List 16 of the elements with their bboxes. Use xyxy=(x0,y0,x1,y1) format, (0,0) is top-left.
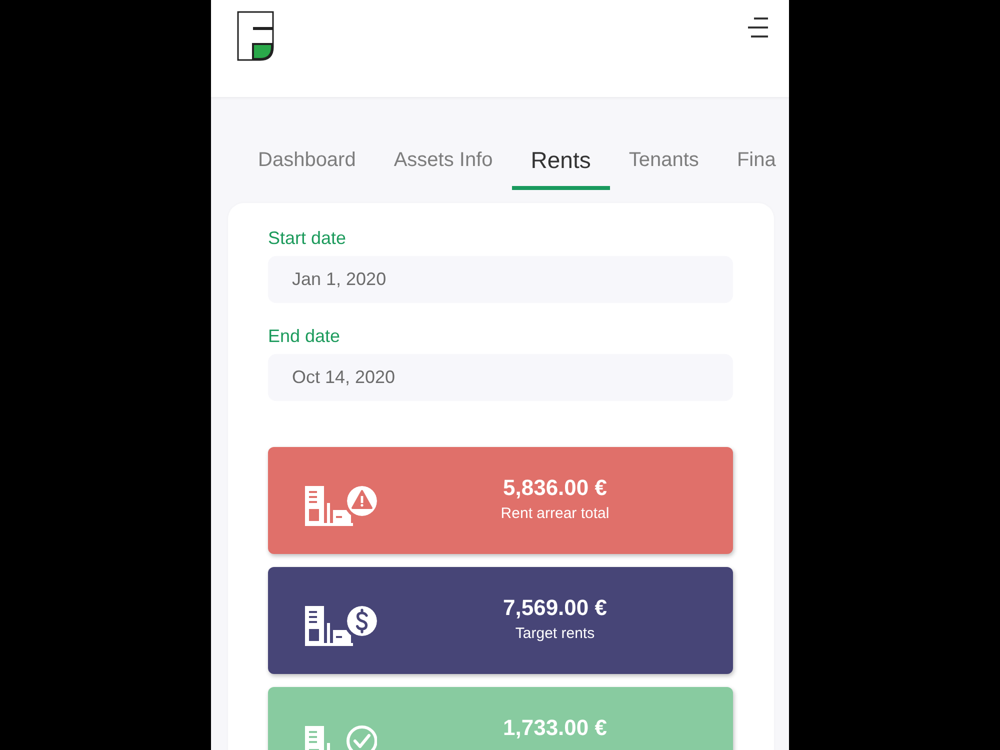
menu-button[interactable] xyxy=(747,17,769,38)
tab[interactable]: Rents xyxy=(512,130,610,190)
stat-value: 1,733.00 € xyxy=(503,714,607,742)
tab[interactable]: Fina xyxy=(718,130,776,190)
stat-value: 5,836.00 € xyxy=(503,474,607,502)
logo-icon xyxy=(237,11,274,61)
field-label: Start date xyxy=(268,227,346,249)
field-label: End date xyxy=(268,325,340,347)
tab[interactable]: Dashboard xyxy=(239,130,375,190)
stat-label: Rent arrear total xyxy=(500,504,610,524)
date-field[interactable]: Oct 14, 2020 xyxy=(268,354,733,401)
date-field[interactable]: Jan 1, 2020 xyxy=(268,256,733,303)
tab[interactable]: Tenants xyxy=(610,130,718,190)
tab[interactable]: Assets Info xyxy=(374,130,512,190)
stat-label: Target rents xyxy=(515,624,595,644)
stat-value: 7,569.00 € xyxy=(503,594,607,622)
